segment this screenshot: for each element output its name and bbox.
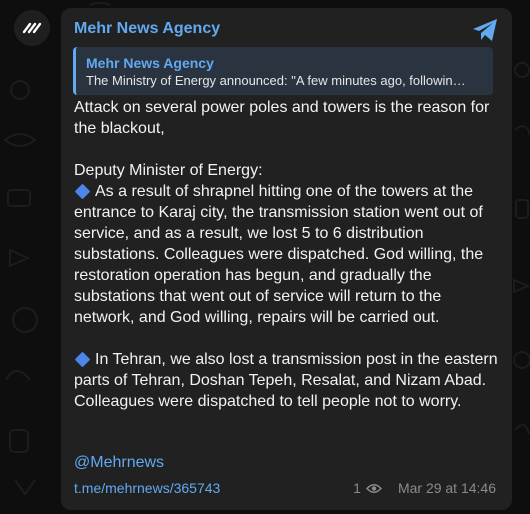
reply-sender-name: Mehr News Agency xyxy=(86,55,214,71)
telegram-share-icon[interactable] xyxy=(472,18,498,42)
mehr-logo-icon xyxy=(22,22,42,34)
post-link[interactable]: t.me/mehrnews/365743 xyxy=(74,480,220,496)
blue-diamond-icon xyxy=(74,183,91,200)
reply-text: The Ministry of Energy announced: "A few… xyxy=(86,73,466,88)
view-count: 1 xyxy=(353,480,361,496)
message-headline: Attack on several power poles and towers… xyxy=(74,99,490,137)
channel-handle-link[interactable]: @Mehrnews xyxy=(74,454,164,472)
message-timestamp: Mar 29 at 14:46 xyxy=(397,480,496,496)
message-bubble[interactable]: Mehr News Agency Mehr News Agency The Mi… xyxy=(61,8,512,510)
blue-diamond-icon xyxy=(74,351,91,368)
message-meta: 1 Mar 29 at 14:46 xyxy=(353,480,496,496)
forwarded-reply-preview[interactable]: Mehr News Agency The Ministry of Energy … xyxy=(73,47,493,95)
message-text: Attack on several power poles and towers… xyxy=(74,97,504,412)
message-point-2: In Tehran, we also lost a transmission p… xyxy=(74,349,504,412)
message-subhead: Deputy Minister of Energy: xyxy=(74,162,263,179)
message-point-1-text: As a result of shrapnel hitting one of t… xyxy=(74,183,484,326)
channel-avatar[interactable] xyxy=(14,10,50,46)
message-point-2-text: In Tehran, we also lost a transmission p… xyxy=(74,351,498,410)
message-point-1: As a result of shrapnel hitting one of t… xyxy=(74,181,504,328)
eye-icon xyxy=(365,483,382,493)
sender-name[interactable]: Mehr News Agency xyxy=(74,20,220,38)
